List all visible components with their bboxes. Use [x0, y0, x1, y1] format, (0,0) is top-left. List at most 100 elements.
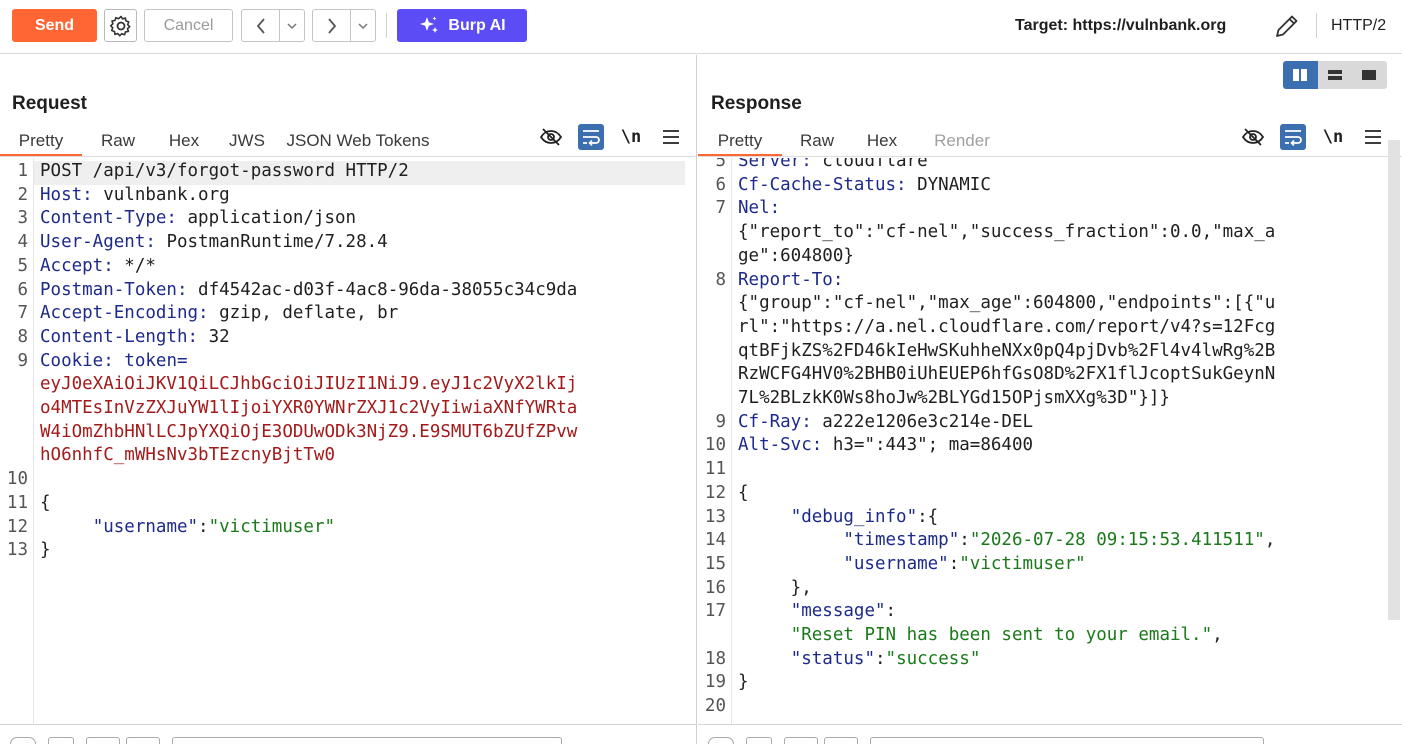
hide-nonprintable-button[interactable] [1240, 124, 1266, 150]
tab-raw[interactable]: Raw [88, 127, 148, 157]
request-editor[interactable]: 1 POST /api/v3/forgot-password HTTP/2 2 Hos… [0, 158, 696, 724]
previous-match-button[interactable] [784, 737, 818, 744]
toolbar-separator [386, 13, 387, 38]
search-input[interactable] [172, 737, 562, 744]
code-line: eyJ0eXAiOiJKV1QiLCJhbGciOiJIUzI1NiJ9.eyJ… [40, 374, 577, 394]
newline-icon: \n [1322, 127, 1344, 147]
code-token: "2026-07-28 09:15:53.411511" [969, 530, 1265, 551]
line-number: 11 [704, 459, 726, 480]
help-icon[interactable] [708, 737, 734, 744]
help-icon[interactable] [10, 737, 36, 744]
code-line: "status":"success" [738, 648, 981, 669]
line-number: 16 [704, 577, 726, 598]
response-editor-tools: \n [1240, 123, 1386, 151]
forward-button[interactable] [313, 10, 351, 41]
tab-hex[interactable]: Hex [857, 127, 907, 157]
next-match-button[interactable] [824, 737, 858, 744]
code-token: a222e1206e3c214e-DEL [811, 411, 1034, 432]
pencil-icon [1276, 15, 1298, 37]
line-number: 18 [704, 648, 726, 669]
line-number-gutter [731, 158, 732, 724]
code-token: "status" [790, 648, 875, 669]
line-number: 2 [17, 184, 28, 205]
edit-target-button[interactable] [1270, 10, 1304, 42]
forward-history-dropdown[interactable] [351, 10, 375, 41]
tab-raw[interactable]: Raw [788, 127, 846, 157]
code-token: Cookie: [40, 350, 114, 371]
code-line: { [40, 493, 51, 513]
protocol-label[interactable]: HTTP/2 [1331, 17, 1386, 35]
gear-icon[interactable] [48, 737, 74, 744]
code-token: : [959, 530, 970, 551]
tab-pretty[interactable]: Pretty [698, 127, 782, 157]
code-token: DYNAMIC [906, 174, 991, 195]
code-token: cloudflare [811, 158, 928, 171]
code-token: hO6nhfC_mWHsNv3bTEzcnyBjtTw0 [40, 445, 336, 466]
response-editor[interactable]: 5 Server: cloudflare 6 Cf-Cache-Status: DYN… [698, 158, 1402, 724]
layout-stacked-button[interactable] [1317, 61, 1353, 89]
editor-menu-button[interactable] [658, 124, 684, 150]
search-input[interactable] [870, 737, 1264, 744]
code-token: "victimuser" [959, 553, 1086, 574]
target-label: Target: https://vulnbank.org [1015, 17, 1227, 34]
code-token: Server: [738, 158, 812, 171]
tab-jws[interactable]: JWS [223, 127, 271, 157]
line-number: 8 [715, 269, 726, 290]
code-token: : [198, 516, 209, 537]
tab-hex[interactable]: Hex [159, 127, 209, 157]
cancel-button[interactable]: Cancel [144, 9, 233, 42]
line-number: 17 [704, 601, 726, 622]
code-token: eyJ0eXAiOiJKV1QiLCJhbGciOiJIUzI1NiJ9.eyJ… [40, 374, 578, 395]
code-token: Report-To: [738, 269, 844, 290]
back-button[interactable] [242, 10, 280, 41]
code-token: W4iOmZhbHNlLCJpYXQiOjE3ODUwODk3NjZ9.E9SM… [40, 421, 578, 442]
code-token: Cf-Ray: [738, 411, 812, 432]
send-button[interactable]: Send [12, 9, 97, 42]
code-token: Accept: [40, 255, 114, 276]
response-bottom-bar [698, 724, 1402, 744]
previous-match-button[interactable] [86, 737, 120, 744]
wrap-lines-toggle[interactable] [1280, 124, 1306, 150]
layout-tabs-button[interactable] [1352, 61, 1387, 89]
code-line: Accept-Encoding: gzip, deflate, br [40, 303, 398, 323]
newline-toggle[interactable]: \n [1320, 124, 1346, 150]
response-scrollbar[interactable] [1388, 140, 1400, 620]
newline-toggle[interactable]: \n [618, 124, 644, 150]
next-match-button[interactable] [126, 737, 160, 744]
code-line: Cookie: token= [40, 351, 188, 371]
back-history-dropdown[interactable] [280, 10, 304, 41]
layout-side-by-side-button[interactable] [1283, 61, 1318, 89]
code-token: User-Agent: [40, 232, 156, 253]
code-line: POST /api/v3/forgot-password HTTP/2 [40, 161, 409, 181]
code-token: } [738, 672, 749, 693]
line-number: 10 [6, 469, 28, 490]
hamburger-icon [663, 130, 679, 144]
toolbar: Send Cancel Burp AI Target: https://vuln… [0, 0, 1402, 54]
line-number: 20 [704, 696, 726, 717]
tab-render[interactable]: Render [922, 127, 1002, 157]
gear-icon[interactable] [746, 737, 772, 744]
code-line: "debug_info":{ [738, 506, 939, 527]
code-token: "debug_info" [790, 506, 918, 527]
code-token: "message" [790, 601, 886, 622]
code-line: Cf-Cache-Status: DYNAMIC [738, 175, 991, 195]
single-pane-icon [1362, 70, 1377, 80]
line-number: 10 [704, 435, 726, 456]
tab-json-web-tokens[interactable]: JSON Web Tokens [283, 127, 433, 157]
burp-ai-button[interactable]: Burp AI [397, 9, 527, 42]
hide-nonprintable-button[interactable] [538, 124, 564, 150]
code-token: :{ [917, 506, 939, 527]
tab-pretty[interactable]: Pretty [0, 127, 82, 157]
line-number: 12 [704, 482, 726, 503]
code-token: h3=":443"; ma=86400 [822, 435, 1034, 456]
tab-divider [0, 156, 696, 157]
settings-button[interactable] [104, 9, 137, 42]
code-token: "username" [843, 553, 949, 574]
wrap-lines-toggle[interactable] [578, 124, 604, 150]
editor-menu-button[interactable] [1360, 124, 1386, 150]
line-number: 13 [704, 506, 726, 527]
code-token: "Reset PIN has been sent to your email." [790, 625, 1213, 645]
eye-slash-icon [1241, 128, 1265, 146]
code-token: Content-Type: [40, 208, 177, 229]
